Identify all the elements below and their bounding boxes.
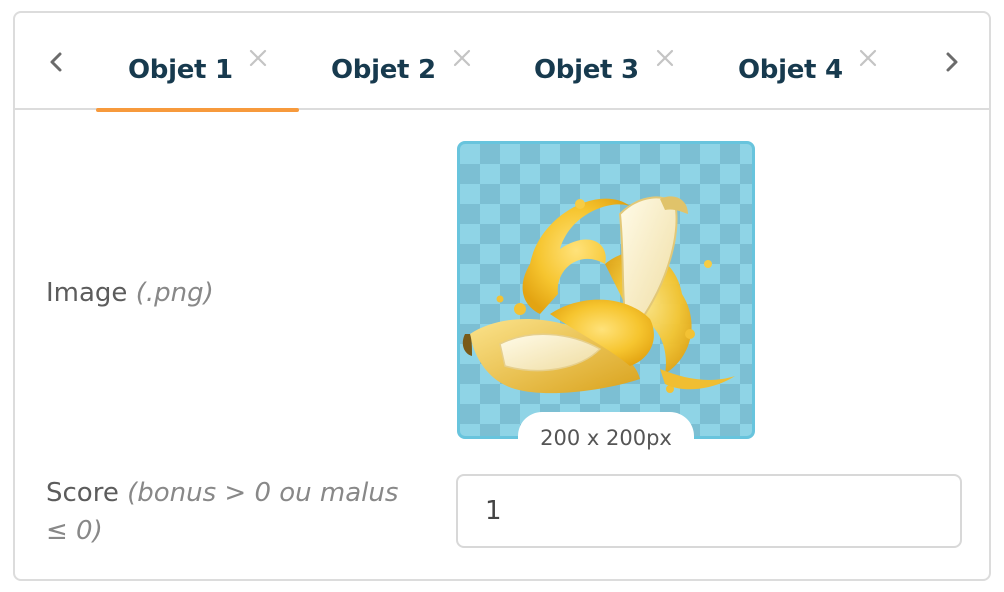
image-field-label: Image (.png) [46,274,214,312]
tab-objet-1[interactable]: Objet 1 [96,13,299,112]
close-icon [453,49,471,67]
image-upload-preview[interactable] [457,141,755,439]
tab-bar: Objet 1 Objet 2 Objet 3 Objet 4 [15,13,989,112]
score-input[interactable] [456,474,962,548]
tab-close-button[interactable] [248,48,268,68]
tab-close-button[interactable] [655,48,675,68]
banana-splash-image [462,196,735,394]
close-icon [249,49,267,67]
close-icon [859,49,877,67]
object-editor-card: Objet 1 Objet 2 Objet 3 Objet 4 Image (.… [13,11,991,581]
chevron-left-icon [50,52,62,72]
tab-label: Objet 2 [331,55,436,85]
tab-objet-4[interactable]: Objet 4 [708,13,911,110]
tab-label: Objet 3 [534,55,639,85]
chevron-right-icon [946,52,958,72]
close-icon [656,49,674,67]
tab-objet-2[interactable]: Objet 2 [300,13,503,110]
tabs-prev-button[interactable] [41,47,71,77]
image-label-text: Image [46,278,128,308]
tabs-next-button[interactable] [937,47,967,77]
tab-close-button[interactable] [452,48,472,68]
tab-label: Objet 1 [128,55,233,85]
image-label-hint: (.png) [135,278,214,308]
score-label-text: Score [46,478,119,508]
image-size-badge: 200 x 200px [518,412,694,456]
score-field-label: Score (bonus > 0 ou malus ≤ 0) [46,474,416,550]
tab-objet-3[interactable]: Objet 3 [504,13,707,110]
tab-label: Objet 4 [738,55,843,85]
tab-close-button[interactable] [858,48,878,68]
